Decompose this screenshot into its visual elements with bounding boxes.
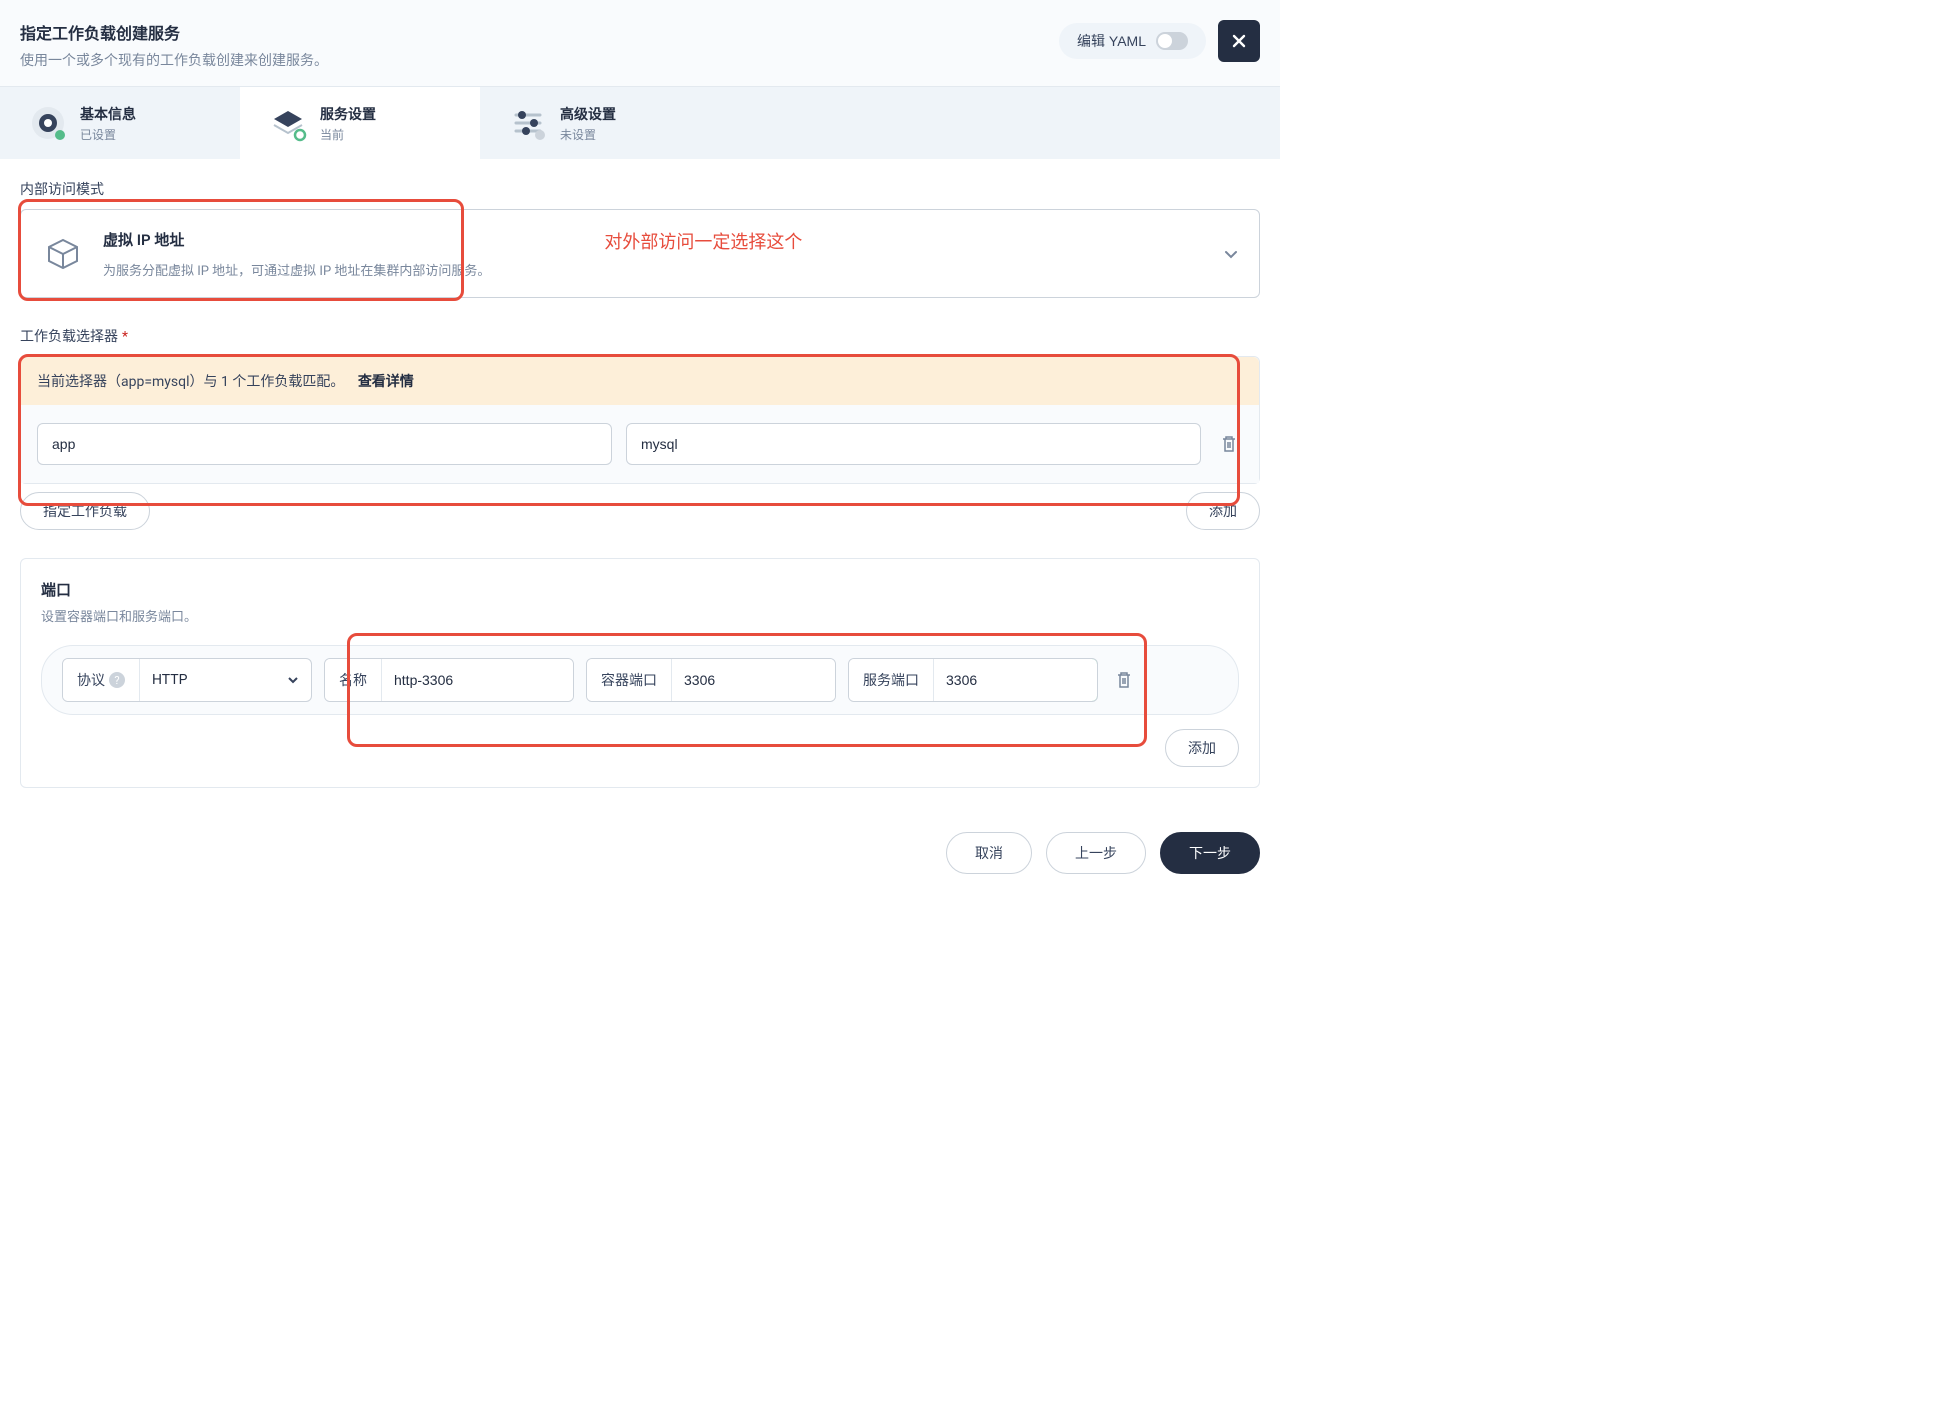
settings-icon <box>268 103 308 143</box>
next-button[interactable]: 下一步 <box>1160 832 1260 874</box>
port-name-label: 名称 <box>325 659 382 701</box>
tab-basic-status: 已设置 <box>80 126 136 143</box>
cancel-button[interactable]: 取消 <box>946 832 1032 874</box>
add-port-button[interactable]: 添加 <box>1165 729 1239 767</box>
tab-advanced-settings[interactable]: 高级设置 未设置 <box>480 87 720 159</box>
service-port-label: 服务端口 <box>849 659 934 701</box>
access-mode-desc: 为服务分配虚拟 IP 地址，可通过虚拟 IP 地址在集群内部访问服务。 <box>103 260 1205 279</box>
tab-service-settings[interactable]: 服务设置 当前 <box>240 87 480 159</box>
service-port-input[interactable] <box>934 658 1098 702</box>
page-title: 指定工作负载创建服务 <box>20 20 1059 44</box>
tab-basic-title: 基本信息 <box>80 104 136 124</box>
close-icon <box>1230 32 1248 50</box>
trash-icon <box>1116 671 1132 689</box>
protocol-label: 协议 ? <box>63 659 140 701</box>
tab-settings-status: 当前 <box>320 126 376 143</box>
selector-key-input[interactable] <box>37 423 612 465</box>
selector-label: 工作负载选择器* <box>20 326 1260 346</box>
tab-settings-title: 服务设置 <box>320 104 376 124</box>
selector-match-banner: 当前选择器（app=mysql）与 1 个工作负载匹配。 查看详情 <box>21 357 1259 405</box>
delete-selector-button[interactable] <box>1215 435 1243 453</box>
edit-yaml-button[interactable]: 编辑 YAML <box>1059 23 1206 59</box>
chevron-down-icon <box>1223 246 1239 262</box>
tab-advanced-title: 高级设置 <box>560 104 616 124</box>
protocol-select[interactable]: 协议 ? HTTP <box>62 658 312 702</box>
port-name-input[interactable] <box>382 659 573 701</box>
view-details-link[interactable]: 查看详情 <box>358 374 414 390</box>
help-icon[interactable]: ? <box>109 672 125 688</box>
tab-advanced-status: 未设置 <box>560 126 616 143</box>
access-mode-title: 虚拟 IP 地址 <box>103 229 184 250</box>
container-port-input[interactable] <box>672 659 835 701</box>
ports-desc: 设置容器端口和服务端口。 <box>41 606 1239 625</box>
page-subtitle: 使用一个或多个现有的工作负载创建来创建服务。 <box>20 50 1059 70</box>
selector-value-input[interactable] <box>626 423 1201 465</box>
previous-button[interactable]: 上一步 <box>1046 832 1146 874</box>
chevron-down-icon <box>287 674 299 686</box>
yaml-toggle-icon <box>1156 32 1188 50</box>
specify-workload-button[interactable]: 指定工作负载 <box>20 492 150 530</box>
annotation-text: 对外部访问一定选择这个 <box>604 228 802 254</box>
access-mode-selector[interactable]: 虚拟 IP 地址 对外部访问一定选择这个 为服务分配虚拟 IP 地址，可通过虚拟… <box>20 209 1260 298</box>
delete-port-button[interactable] <box>1110 671 1138 689</box>
cube-icon <box>41 232 85 276</box>
add-selector-button[interactable]: 添加 <box>1186 492 1260 530</box>
edit-yaml-label: 编辑 YAML <box>1077 31 1146 51</box>
tab-basic-info[interactable]: 基本信息 已设置 <box>0 87 240 159</box>
port-row: 协议 ? HTTP 名称 容器端口 <box>41 645 1239 715</box>
basic-info-icon <box>28 103 68 143</box>
access-mode-label: 内部访问模式 <box>20 179 1260 199</box>
ports-title: 端口 <box>41 579 1239 600</box>
trash-icon <box>1221 435 1237 453</box>
protocol-value: HTTP <box>152 672 187 688</box>
close-button[interactable] <box>1218 20 1260 62</box>
advanced-icon <box>508 103 548 143</box>
container-port-label: 容器端口 <box>587 659 672 701</box>
